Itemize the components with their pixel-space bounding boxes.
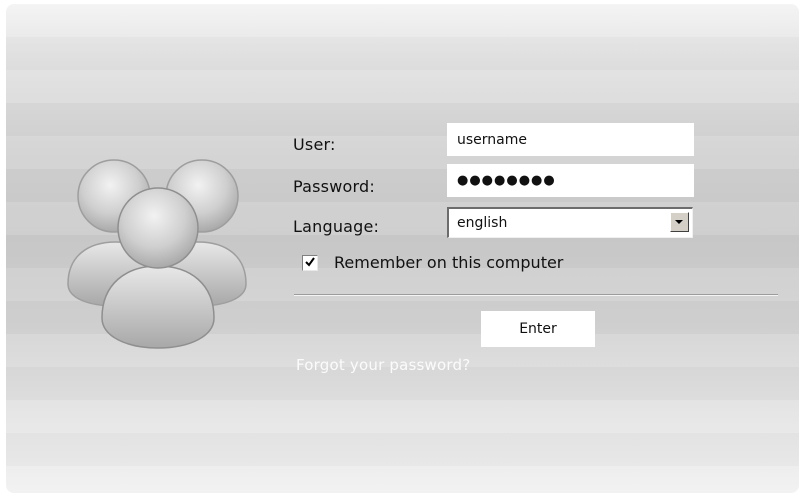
language-label: Language: <box>293 217 380 236</box>
remember-checkbox[interactable] <box>302 255 318 271</box>
login-form: User: Password: ●●●●●●●● Language: engli… <box>6 4 799 493</box>
enter-button[interactable]: Enter <box>481 311 595 347</box>
language-select-value: english <box>457 215 508 231</box>
password-input[interactable]: ●●●●●●●● <box>447 164 694 197</box>
user-label: User: <box>293 135 336 154</box>
divider <box>294 294 778 296</box>
language-select[interactable]: english <box>447 207 693 238</box>
forgot-password-link[interactable]: Forgot your password? <box>296 356 470 374</box>
chevron-down-icon <box>675 220 683 224</box>
username-input[interactable] <box>447 123 694 156</box>
remember-label[interactable]: Remember on this computer <box>334 253 563 272</box>
password-mask: ●●●●●●●● <box>457 173 556 188</box>
login-panel: User: Password: ●●●●●●●● Language: engli… <box>6 4 799 493</box>
password-label: Password: <box>293 177 375 196</box>
checkmark-icon <box>305 257 315 267</box>
language-dropdown-button[interactable] <box>670 212 689 232</box>
